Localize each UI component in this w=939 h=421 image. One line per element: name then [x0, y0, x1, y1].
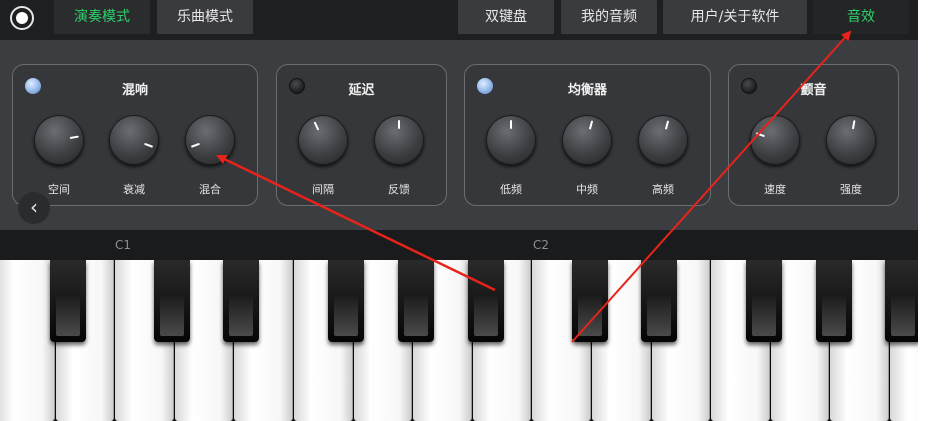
- black-key[interactable]: [398, 260, 434, 342]
- chevron-left-icon: ‹: [30, 195, 38, 219]
- equalizer-panel: 均衡器 低频 中频 高频: [464, 64, 711, 206]
- top-toolbar: 演奏模式 乐曲模式 双键盘 我的音频 用户/关于软件 音效: [0, 0, 939, 40]
- eq-high-knob[interactable]: [638, 115, 688, 165]
- reverb-mix-knob[interactable]: [185, 115, 235, 165]
- black-key[interactable]: [50, 260, 86, 342]
- delay-feedback-label: 反馈: [388, 183, 410, 196]
- octave-label-c2: C2: [533, 238, 550, 252]
- black-key[interactable]: [746, 260, 782, 342]
- octave-strip: C1 C2: [0, 230, 918, 260]
- vibrato-speed-label: 速度: [764, 183, 786, 196]
- delay-interval-label: 间隔: [312, 183, 334, 196]
- black-key[interactable]: [223, 260, 259, 342]
- delay-title: 延迟: [348, 83, 375, 98]
- screen-edge: [918, 0, 939, 421]
- white-key[interactable]: [0, 260, 55, 421]
- eq-mid-label: 中频: [576, 183, 598, 196]
- black-key[interactable]: [468, 260, 504, 342]
- delay-interval-knob[interactable]: [298, 115, 348, 165]
- reverb-title: 混响: [121, 83, 148, 98]
- reverb-mix-label: 混合: [199, 183, 221, 196]
- black-key[interactable]: [641, 260, 677, 342]
- delay-feedback-knob[interactable]: [374, 115, 424, 165]
- tab-user-about[interactable]: 用户/关于软件: [663, 0, 807, 34]
- delay-panel: 延迟 间隔 反馈: [276, 64, 447, 206]
- black-key[interactable]: [816, 260, 852, 342]
- reverb-space-knob[interactable]: [34, 115, 84, 165]
- vibrato-panel: 颤音 速度 强度: [728, 64, 899, 206]
- tab-my-audio[interactable]: 我的音频: [561, 0, 657, 34]
- back-button[interactable]: ‹: [18, 192, 50, 224]
- eq-mid-knob[interactable]: [562, 115, 612, 165]
- black-key[interactable]: [885, 260, 918, 342]
- vibrato-depth-label: 强度: [840, 183, 862, 196]
- piano-keyboard: [0, 260, 918, 421]
- black-key[interactable]: [328, 260, 364, 342]
- tab-sound-effects[interactable]: 音效: [813, 0, 909, 34]
- tab-dual-keyboard[interactable]: 双键盘: [458, 0, 554, 34]
- tab-song-mode[interactable]: 乐曲模式: [157, 0, 253, 34]
- octave-label-c1: C1: [115, 238, 132, 252]
- equalizer-title: 均衡器: [567, 83, 607, 98]
- tab-performance-mode[interactable]: 演奏模式: [54, 0, 150, 34]
- vibrato-depth-knob[interactable]: [826, 115, 876, 165]
- vibrato-title: 颤音: [800, 83, 827, 98]
- eq-high-label: 高频: [652, 183, 674, 196]
- record-button[interactable]: [10, 6, 34, 30]
- effects-area: 混响 空间 衰减 混合 延迟 间隔 反馈 均衡器 低频 中频 高频 颤音 速度 …: [0, 40, 918, 230]
- reverb-panel: 混响 空间 衰减 混合: [12, 64, 258, 206]
- record-icon: [16, 12, 28, 24]
- black-key[interactable]: [572, 260, 608, 342]
- vibrato-speed-knob[interactable]: [750, 115, 800, 165]
- reverb-decay-label: 衰减: [123, 183, 145, 196]
- eq-low-knob[interactable]: [486, 115, 536, 165]
- black-key[interactable]: [154, 260, 190, 342]
- eq-low-label: 低频: [500, 183, 522, 196]
- reverb-decay-knob[interactable]: [109, 115, 159, 165]
